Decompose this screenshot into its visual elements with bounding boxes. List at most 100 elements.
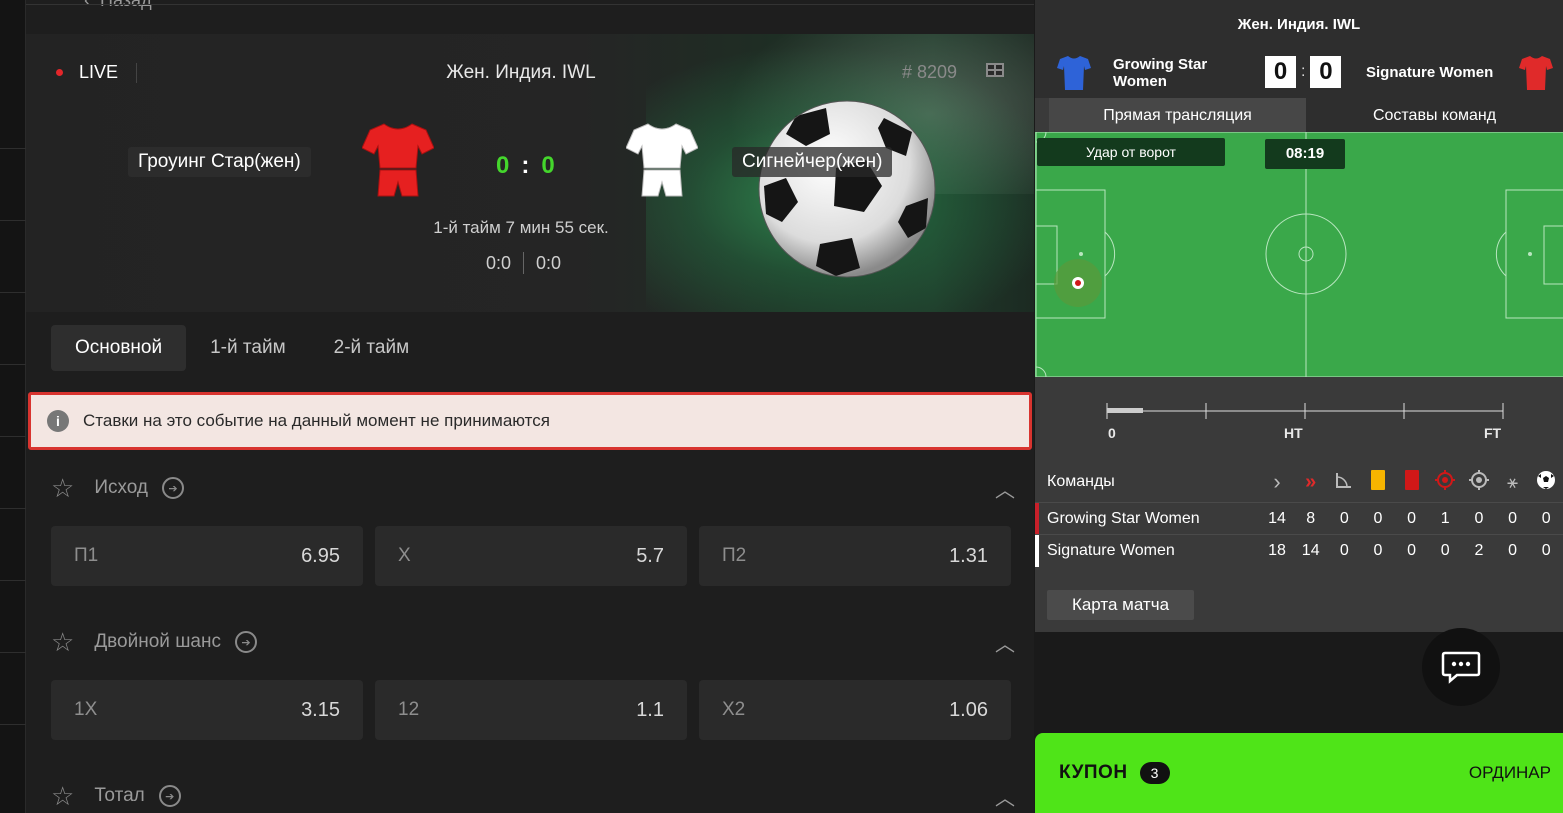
- match-map-button[interactable]: Карта матча: [1047, 590, 1194, 620]
- stat-cell: 0: [1508, 509, 1517, 527]
- odd-button[interactable]: П2 1.31: [699, 526, 1011, 586]
- tab-lineups[interactable]: Составы команд: [1306, 98, 1563, 132]
- timeline-halftime-label: HT: [1284, 425, 1303, 441]
- chat-button[interactable]: [1422, 628, 1500, 706]
- market-header[interactable]: ☆ Тотал ➔ ︿: [51, 776, 1015, 813]
- stat-cell: 0: [1474, 509, 1484, 527]
- market-title: Тотал: [94, 785, 145, 806]
- tab-live-broadcast[interactable]: Прямая трансляция: [1049, 98, 1306, 132]
- market-total: ☆ Тотал ➔ ︿: [51, 776, 1015, 813]
- chevron-up-icon[interactable]: ︿: [995, 628, 1015, 657]
- back-link[interactable]: ‹ Назад: [84, 0, 152, 11]
- arrow-right-circle-icon[interactable]: ➔: [158, 785, 181, 807]
- odd-label: П1: [74, 545, 99, 566]
- arrow-right-circle-icon[interactable]: ➔: [235, 631, 257, 653]
- page-root: ‹ Назад LIVE Жен. Индия. IWL # 8209 Гроуи…: [0, 0, 1563, 813]
- stat-cell: 14: [1301, 541, 1320, 559]
- bet-mode-label[interactable]: ОРДИНАР: [1469, 763, 1551, 783]
- betting-suspended-notice: i Ставки на это событие на данный момент…: [28, 392, 1032, 450]
- shot-off-target-icon: [1462, 469, 1496, 495]
- away-team-marker: [1035, 534, 1039, 567]
- market-outcome: ☆ Исход ➔ ︿ П1 6.95 X 5.7 П2 1.31: [51, 468, 1015, 586]
- statistics-icon[interactable]: [986, 63, 1004, 77]
- chevron-up-icon[interactable]: ︿: [995, 474, 1015, 503]
- back-label: Назад: [100, 0, 152, 10]
- odd-value: 5.7: [636, 544, 664, 567]
- odds-row: 1X 3.15 12 1.1 X2 1.06: [51, 680, 1011, 740]
- stat-cell: 0: [1508, 541, 1517, 559]
- odd-button[interactable]: 12 1.1: [375, 680, 687, 740]
- yellow-card-icon: [1361, 469, 1395, 495]
- timeline-progress-fill: [1107, 408, 1143, 413]
- shot-on-target-icon: [1428, 469, 1462, 495]
- widget-league-title: Жен. Индия. IWL: [1035, 0, 1563, 48]
- market-title: Двойной шанс: [94, 631, 221, 652]
- odds-row: П1 6.95 X 5.7 П2 1.31: [51, 526, 1011, 586]
- widget-home-team: Growing Star Women: [1113, 56, 1208, 90]
- timeline-bar: [1106, 403, 1504, 419]
- widget-away-team: Signature Women: [1366, 64, 1494, 81]
- half-scores: 0:0 0:0: [486, 252, 561, 274]
- sidebar-divider: [0, 508, 26, 509]
- tab-main[interactable]: Основной: [51, 325, 187, 371]
- sidebar-divider: [0, 148, 26, 149]
- odd-label: X2: [722, 699, 746, 720]
- tab-second-half[interactable]: 2-й тайм: [310, 325, 434, 371]
- first-half-score: 0:0: [486, 252, 512, 273]
- stats-header-row: Команды › » ⚹: [1035, 462, 1563, 502]
- stat-cell: 8: [1306, 509, 1316, 527]
- penalty-spot-icon: [1528, 252, 1532, 256]
- sidebar-divider: [0, 364, 26, 365]
- away-score: 0: [541, 152, 557, 179]
- corner-icon: [1328, 471, 1362, 494]
- chat-icon: [1441, 651, 1481, 684]
- odd-button[interactable]: X 5.7: [375, 526, 687, 586]
- stat-cell: 0: [1373, 541, 1383, 559]
- odd-button[interactable]: П1 6.95: [51, 526, 363, 586]
- widget-score: 0 : 0: [1265, 56, 1342, 88]
- stat-cell: 2: [1474, 541, 1484, 559]
- tab-first-half[interactable]: 1-й тайм: [186, 325, 310, 371]
- sidebar-divider: [0, 580, 26, 581]
- league-title: Жен. Индия. IWL: [446, 62, 596, 83]
- market-header[interactable]: ☆ Исход ➔ ︿: [51, 468, 1015, 508]
- widget-away-score: 0: [1310, 56, 1342, 88]
- widget-scoreboard: Growing Star Women 0 : 0 Signature Women: [1035, 48, 1563, 98]
- home-team-marker: [1035, 502, 1039, 535]
- event-header: LIVE Жен. Индия. IWL # 8209 Гроуинг Стар…: [26, 34, 1034, 312]
- stat-cell: 1: [1440, 509, 1450, 527]
- odd-value: 1.06: [949, 698, 988, 721]
- odd-value: 1.1: [636, 698, 664, 721]
- event-number: # 8209: [902, 62, 958, 82]
- stat-cell: 0: [1541, 541, 1551, 559]
- stat-cell: 0: [1440, 541, 1450, 559]
- away-shirt-icon: [626, 123, 698, 197]
- market-title: Исход: [94, 477, 148, 498]
- bet-slip-bar[interactable]: КУПОН 3 ОРДИНАР: [1035, 733, 1563, 813]
- away-shirt-icon: [1519, 56, 1553, 90]
- stat-cell: 0: [1407, 541, 1417, 559]
- odd-button[interactable]: 1X 3.15: [51, 680, 363, 740]
- arrow-right-circle-icon[interactable]: ➔: [162, 477, 184, 499]
- stat-cell: 0: [1407, 509, 1417, 527]
- dangerous-attacks-icon: »: [1305, 470, 1317, 493]
- star-icon[interactable]: ☆: [51, 629, 74, 655]
- market-header[interactable]: ☆ Двойной шанс ➔ ︿: [51, 622, 1015, 662]
- star-icon[interactable]: ☆: [51, 475, 74, 501]
- star-icon[interactable]: ☆: [51, 783, 74, 809]
- stat-cell: 0: [1339, 541, 1349, 559]
- goal-ball-icon: [1529, 470, 1563, 495]
- odd-button[interactable]: X2 1.06: [699, 680, 1011, 740]
- row-team-name: Growing Star Women: [1047, 509, 1200, 527]
- sidebar-divider: [0, 292, 26, 293]
- home-shirt-icon: [362, 123, 434, 197]
- sidebar-divider: [0, 436, 26, 437]
- timeline-start-label: 0: [1108, 425, 1116, 441]
- odd-label: 1X: [74, 699, 98, 720]
- score-separator: :: [1301, 63, 1306, 80]
- coupon-label: КУПОН: [1059, 762, 1128, 783]
- period-tabs: Основной 1-й тайм 2-й тайм: [51, 325, 433, 371]
- event-main-panel: ‹ Назад LIVE Жен. Индия. IWL # 8209 Гроуи…: [26, 0, 1034, 813]
- second-half-score: 0:0: [536, 252, 562, 273]
- chevron-up-icon[interactable]: ︿: [995, 782, 1015, 811]
